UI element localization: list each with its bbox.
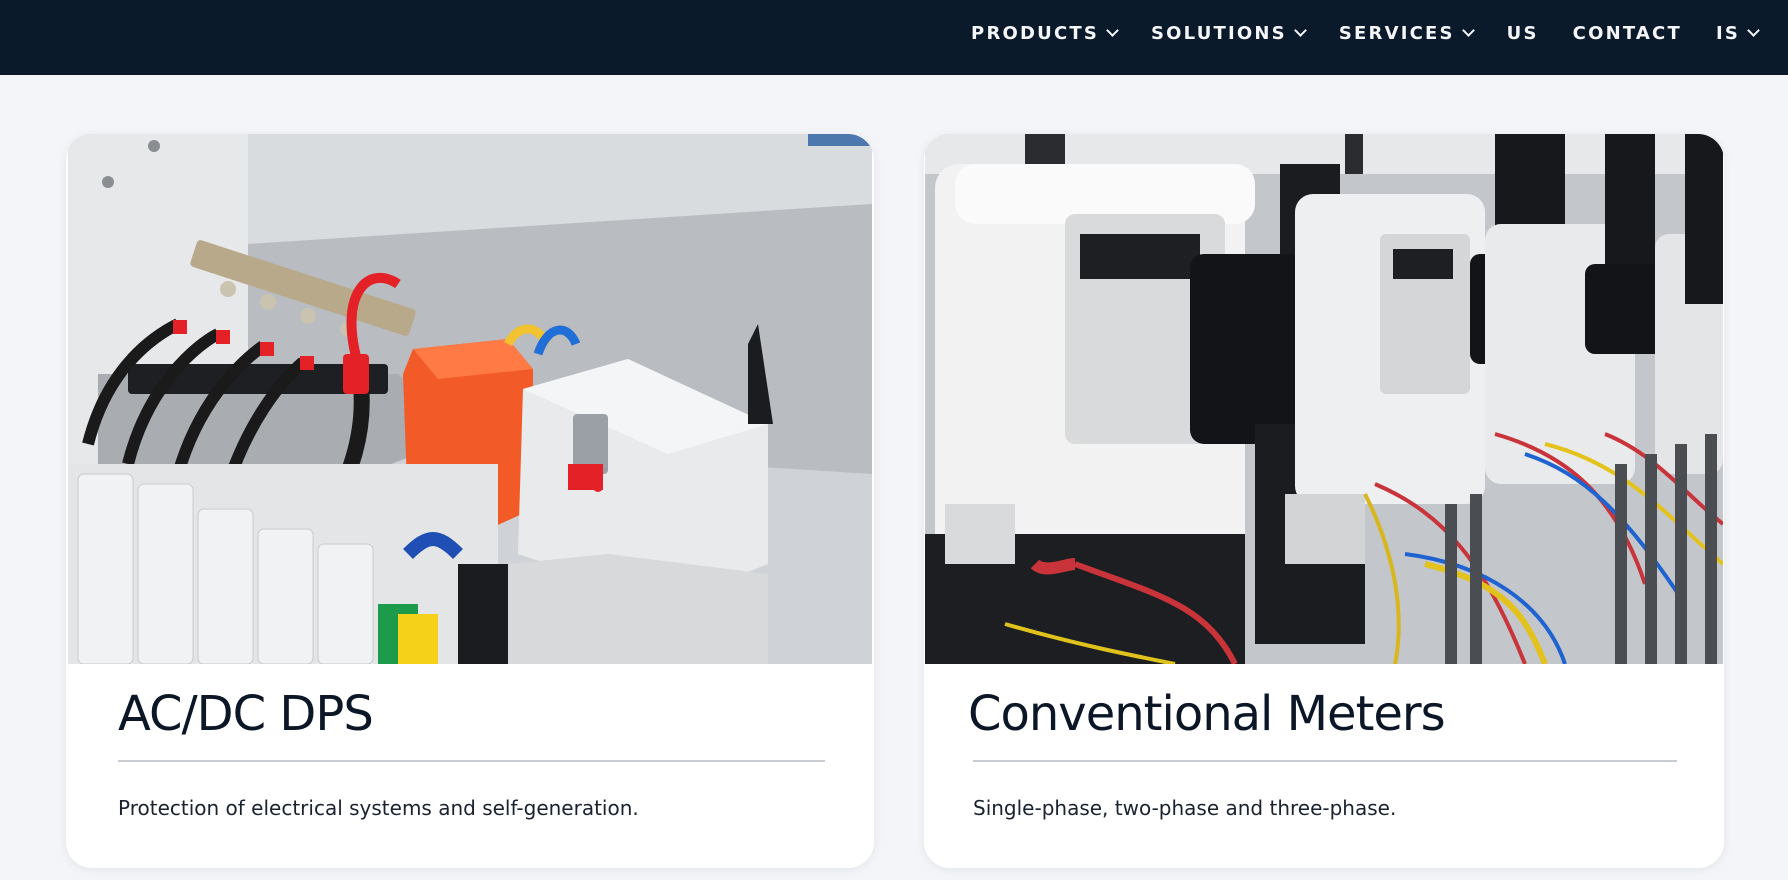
meters-test-bench-illustration [925, 134, 1723, 664]
nav-item-solutions[interactable]: SOLUTIONS [1151, 22, 1307, 44]
chevron-down-icon [1461, 24, 1475, 37]
nav-item-label: SOLUTIONS [1151, 22, 1287, 44]
product-card-ac-dc-dps[interactable]: AC/DC DPS Protection of electrical syste… [66, 134, 874, 868]
language-selector[interactable]: IS [1715, 22, 1760, 44]
product-card-conventional-meters[interactable]: Conventional Meters Single-phase, two-ph… [924, 134, 1724, 868]
card-description: Single-phase, two-phase and three-phase. [973, 796, 1397, 820]
nav-item-products[interactable]: PRODUCTS [971, 22, 1119, 44]
card-title: AC/DC DPS [118, 686, 374, 742]
card-description: Protection of electrical systems and sel… [118, 796, 639, 820]
language-label: IS [1715, 22, 1740, 44]
chevron-down-icon [1747, 24, 1760, 37]
nav-item-services[interactable]: SERVICES [1338, 22, 1475, 44]
electrical-panel-illustration [68, 134, 872, 664]
divider [973, 760, 1677, 762]
product-image-electricity-meters [925, 134, 1723, 664]
nav-item-us[interactable]: US [1507, 23, 1539, 44]
chevron-down-icon [1106, 24, 1119, 37]
nav-item-label: PRODUCTS [971, 22, 1100, 44]
nav-item-contact[interactable]: CONTACT [1573, 23, 1682, 44]
nav-item-label: CONTACT [1572, 22, 1682, 44]
top-navigation-bar: PRODUCTS SOLUTIONS SERVICES US CONTACT I… [0, 0, 1788, 75]
nav-item-label: SERVICES [1338, 22, 1455, 44]
chevron-down-icon [1293, 24, 1307, 37]
main-nav: PRODUCTS SOLUTIONS SERVICES US CONTACT I… [937, 0, 1760, 66]
card-title: Conventional Meters [968, 686, 1446, 742]
product-image-surge-protection-panel [68, 134, 872, 664]
divider [118, 760, 825, 762]
nav-item-label: US [1506, 22, 1539, 44]
